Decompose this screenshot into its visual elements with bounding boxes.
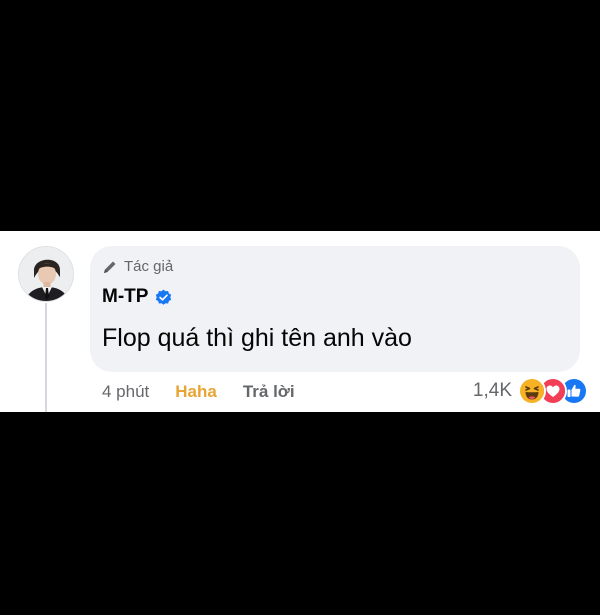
comment-card: Tác giả M-TP Flop quá thì ghi tên anh và… [0,231,600,412]
reaction-icons [518,377,588,405]
avatar[interactable] [18,246,74,302]
pencil-icon [102,259,118,275]
reaction-count: 1,4K [472,380,512,401]
comment-text: Flop quá thì ghi tên anh vào [102,324,412,352]
verified-check-icon [155,289,172,306]
avatar-image [19,247,73,301]
haha-reaction-button[interactable]: Haha [175,382,217,402]
haha-icon [518,377,546,405]
thread-line [45,303,47,412]
comment-actions: 4 phút Haha Trả lời [102,382,295,402]
author-name[interactable]: M-TP [102,286,148,308]
screenshot-frame: Tác giả M-TP Flop quá thì ghi tên anh và… [0,0,600,615]
author-badge: Tác giả [102,258,173,275]
author-badge-label: Tác giả [124,258,174,275]
comment-timestamp[interactable]: 4 phút [102,382,149,402]
reaction-summary[interactable]: 1,4K [473,377,588,405]
author-name-row: M-TP [102,286,172,308]
comment-bubble: Tác giả M-TP Flop quá thì ghi tên anh và… [90,246,580,372]
reply-button[interactable]: Trả lời [243,382,295,402]
